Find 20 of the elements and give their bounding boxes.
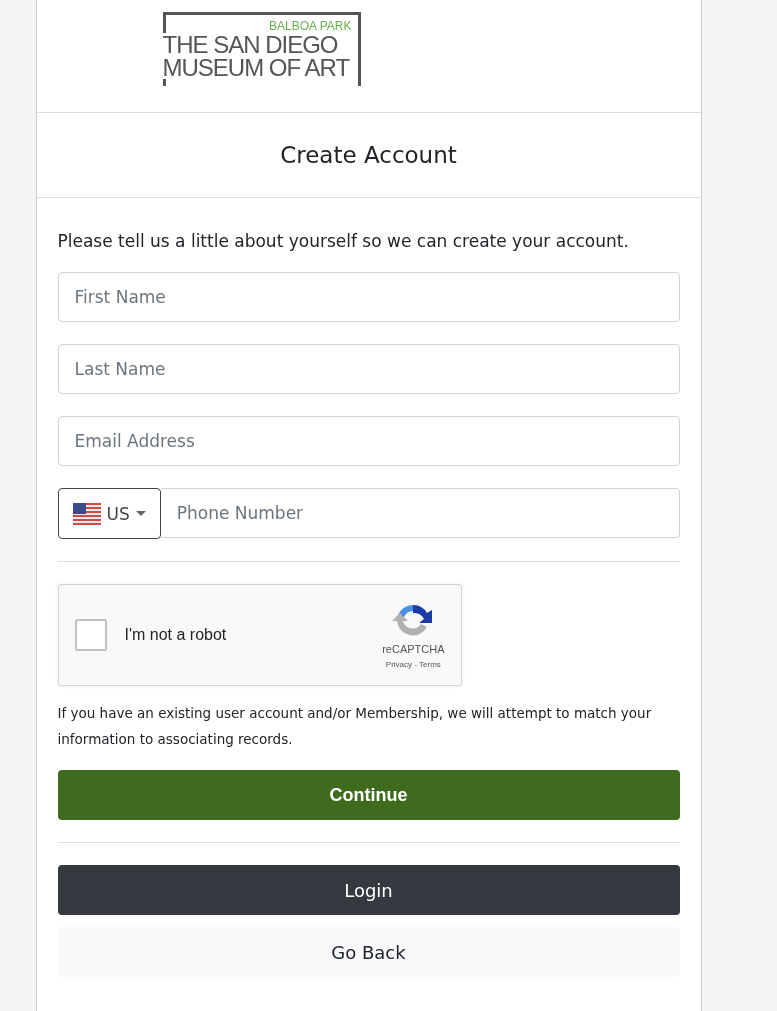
text-field[interactable]: First Name <box>57 272 680 322</box>
recaptcha-label: reCAPTCHA <box>382 643 445 655</box>
logo-text: THE SAN DIEGO <box>162 33 338 56</box>
intro-text: Please tell us a little about yourself so we can create your account. <box>57 230 630 253</box>
notice-text: If you have an existing user account and/or Membership, we will attempt to match your information to associating records. <box>57 704 653 749</box>
back-button[interactable]: Go Back <box>57 927 680 977</box>
country-dropdown[interactable]: US <box>57 488 161 539</box>
text-field[interactable]: Last Name <box>57 344 680 394</box>
logo-tagline: BALBOA PARK <box>269 19 352 33</box>
phone-field[interactable]: Phone Number <box>160 488 680 538</box>
captcha-label: I'm not a robot <box>124 626 228 644</box>
logo-text: MUSEUM OF ART <box>162 56 350 79</box>
login-button[interactable]: Login <box>57 865 680 915</box>
privacy-terms-link[interactable]: Privacy - Terms <box>385 660 441 669</box>
flag-icon <box>72 502 101 525</box>
continue-button[interactable]: Continue <box>57 770 680 820</box>
caret-icon <box>135 510 146 517</box>
captcha-checkbox[interactable] <box>74 619 107 651</box>
text-field[interactable]: Email Address <box>57 416 680 466</box>
page-title: Create Account <box>280 142 457 168</box>
